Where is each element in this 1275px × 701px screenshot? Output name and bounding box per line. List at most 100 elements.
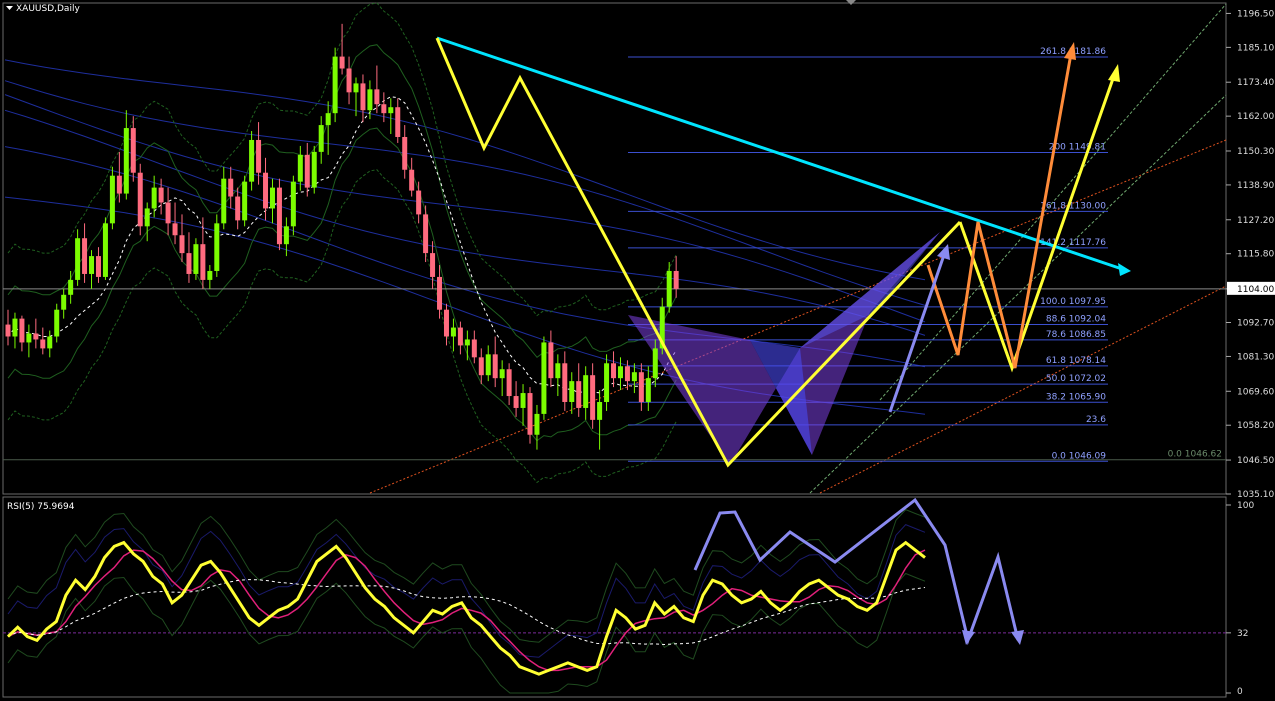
candle-body	[221, 178, 227, 224]
candle-body	[33, 333, 39, 340]
candle-body	[527, 393, 533, 435]
candle-body	[402, 136, 408, 170]
rsi-title: RSI(5) 75.9694	[7, 502, 75, 512]
fib-level-label: 50.0 1072.02	[1046, 374, 1106, 384]
candle-body	[276, 187, 282, 245]
axis-tick-label: 1138.90	[1237, 181, 1274, 191]
candle-body	[40, 339, 46, 349]
fib-level-label: 78.6 1086.85	[1046, 330, 1106, 340]
candle-body	[617, 366, 623, 379]
candle-body	[638, 372, 644, 402]
candle-body	[47, 336, 53, 349]
candle-body	[54, 309, 60, 337]
candle-body	[12, 318, 18, 337]
candle-body	[443, 309, 449, 337]
candle-body	[597, 401, 603, 420]
candle-body	[569, 381, 575, 402]
candle-body	[485, 354, 491, 376]
candle-body	[645, 378, 651, 402]
candle-body	[68, 279, 74, 295]
rsi-axis-tick-label: 32	[1237, 629, 1248, 639]
candle-body	[430, 253, 436, 277]
axis-tick-label: 1185.10	[1237, 43, 1274, 53]
candle-body	[652, 348, 658, 379]
candle-body	[193, 244, 199, 274]
rsi-axis-tick-label: 0	[1237, 687, 1243, 697]
candle-body	[130, 128, 136, 173]
candle-body	[109, 175, 115, 224]
candle-body	[555, 363, 561, 379]
candle-body	[604, 363, 610, 402]
candle-body	[346, 68, 352, 93]
axis-tick-label: 1115.80	[1237, 250, 1274, 260]
candle-body	[172, 223, 178, 236]
candle-body	[325, 113, 331, 126]
candle-body	[158, 187, 164, 203]
candle-body	[499, 369, 505, 379]
candle-body	[576, 381, 582, 408]
axis-tick-label: 1058.20	[1237, 421, 1274, 431]
candle-body	[200, 244, 206, 280]
candle-body	[228, 178, 234, 197]
candle-body	[360, 83, 366, 111]
chart-title: XAUUSD,Daily	[16, 4, 80, 14]
candle-body	[534, 413, 540, 435]
candle-body	[450, 327, 456, 337]
fib-level-label: 200 1149.81	[1049, 142, 1106, 152]
candle-body	[318, 125, 324, 152]
candle-body	[562, 363, 568, 402]
candle-body	[611, 363, 617, 379]
candle-body	[242, 181, 248, 221]
candle-body	[666, 270, 672, 307]
candle-body	[283, 226, 289, 245]
base-level-label: 0.0 1046.62	[1168, 450, 1222, 460]
candle-body	[75, 238, 81, 280]
axis-tick-label: 1150.30	[1237, 147, 1274, 157]
axis-tick-label: 1162.00	[1237, 112, 1274, 122]
fib-level-label: 141.2 1117.76	[1040, 238, 1106, 248]
axis-tick-label: 1127.20	[1237, 216, 1274, 226]
candle-body	[388, 107, 394, 114]
candle-body	[123, 128, 129, 194]
candle-body	[471, 339, 477, 358]
fib-level-label: 23.6	[1086, 415, 1106, 425]
candle-body	[457, 327, 463, 346]
candle-body	[374, 89, 380, 105]
fib-level-label: 161.8 1130.00	[1040, 201, 1106, 211]
candle-body	[395, 107, 401, 137]
candle-body	[541, 342, 547, 414]
rsi-axis-tick-label: 100	[1237, 501, 1254, 511]
candle-body	[95, 256, 101, 277]
axis-tick-label: 1046.50	[1237, 456, 1274, 466]
axis-tick-label: 1081.30	[1237, 352, 1274, 362]
candle-body	[249, 139, 255, 182]
axis-tick-label: 1173.40	[1237, 78, 1274, 88]
candle-body	[89, 256, 95, 274]
candle-body	[235, 196, 241, 221]
fib-level-label: 100.0 1097.95	[1040, 297, 1106, 307]
candle-body	[548, 342, 554, 379]
candle-body	[367, 89, 373, 111]
candle-body	[102, 223, 108, 277]
candle-body	[165, 202, 171, 224]
candle-body	[437, 276, 443, 310]
candle-body	[416, 190, 422, 215]
candle-body	[137, 172, 143, 227]
axis-tick-label: 1035.10	[1237, 490, 1274, 500]
candle-body	[381, 104, 387, 114]
fib-level-label: 88.6 1092.04	[1046, 314, 1106, 324]
candle-body	[631, 372, 637, 382]
candle-body	[186, 253, 192, 274]
candle-body	[263, 172, 269, 209]
candle-body	[116, 175, 122, 194]
candle-body	[332, 56, 338, 114]
fib-level-label: 61.8 1078.14	[1046, 356, 1106, 366]
candle-body	[214, 223, 220, 271]
candle-body	[82, 238, 88, 274]
candle-body	[492, 354, 498, 379]
axis-tick-label: 1092.70	[1237, 318, 1274, 328]
candle-body	[624, 366, 630, 382]
candle-body	[478, 357, 484, 376]
candle-body	[304, 154, 310, 188]
candle-body	[339, 56, 345, 69]
